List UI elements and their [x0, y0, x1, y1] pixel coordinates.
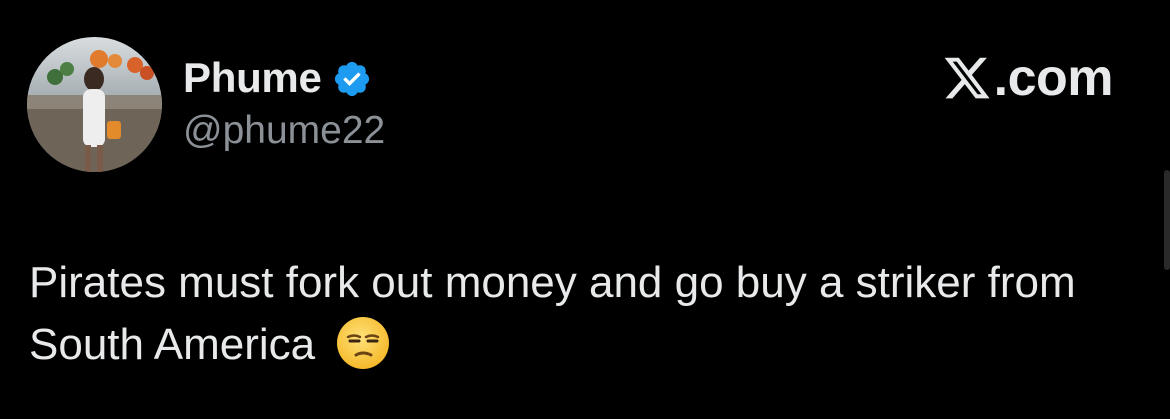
display-name[interactable]: Phume	[183, 54, 322, 102]
verified-badge-icon	[332, 59, 372, 99]
tweet-body: Pirates must fork out money and go buy a…	[29, 252, 1149, 376]
tweet-text: Pirates must fork out money and go buy a…	[29, 258, 1076, 369]
brand-suffix: .com	[993, 49, 1114, 107]
scrollbar[interactable]	[1164, 170, 1170, 270]
author-handle[interactable]: @phume22	[183, 109, 385, 153]
x-logo-icon	[942, 53, 992, 103]
unamused-face-icon	[335, 315, 391, 371]
profile-photo-icon	[27, 37, 162, 172]
author-row: Phume	[183, 52, 372, 104]
x-brand: .com	[942, 49, 1114, 107]
avatar[interactable]	[27, 37, 162, 172]
